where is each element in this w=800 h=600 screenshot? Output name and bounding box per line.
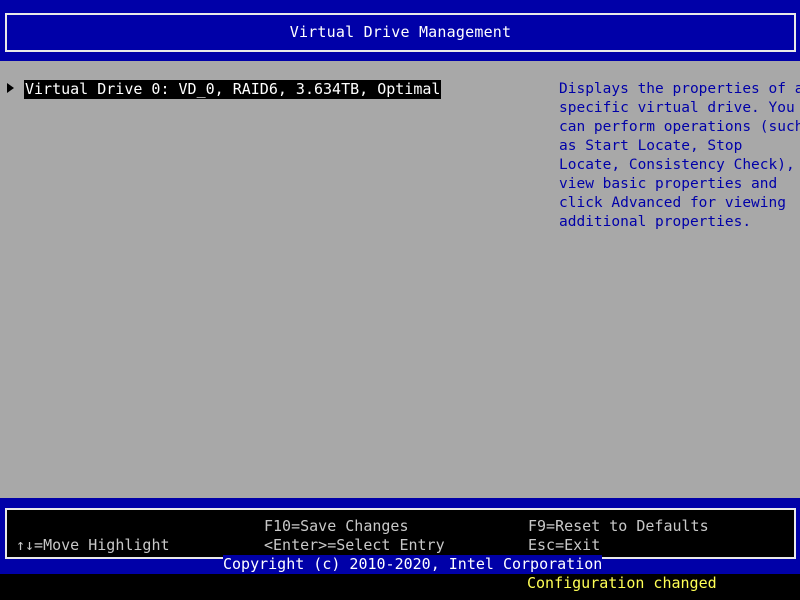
reset-defaults-hint: F9=Reset to Defaults bbox=[528, 517, 709, 535]
page-title: Virtual Drive Management bbox=[289, 23, 512, 41]
save-changes-hint: F10=Save Changes bbox=[264, 517, 409, 535]
main-panel: Virtual Drive 0: VD_0, RAID6, 3.634TB, O… bbox=[0, 61, 800, 498]
help-line: can perform operations (such bbox=[559, 119, 800, 135]
header-frame: Virtual Drive Management bbox=[5, 13, 796, 52]
help-text-panel: Displays the properties of a specific vi… bbox=[559, 80, 800, 232]
header-bar: Virtual Drive Management bbox=[0, 0, 800, 61]
key-help-box: ↑↓=Move Highlight F10=Save Changes <Ente… bbox=[5, 508, 796, 559]
select-entry-hint: <Enter>=Select Entry bbox=[264, 536, 445, 554]
status-message: Configuration changed bbox=[527, 574, 717, 592]
exit-hint: Esc=Exit bbox=[528, 536, 601, 554]
help-line: Locate, Consistency Check), bbox=[559, 157, 795, 173]
help-line: as Start Locate, Stop bbox=[559, 138, 743, 154]
virtual-drive-0-entry[interactable]: Virtual Drive 0: VD_0, RAID6, 3.634TB, O… bbox=[24, 80, 442, 99]
submenu-arrow-icon bbox=[7, 83, 14, 93]
help-line: additional properties. bbox=[559, 214, 752, 230]
help-line: view basic properties and bbox=[559, 176, 778, 192]
copyright-text: Copyright (c) 2010-2020, Intel Corporati… bbox=[223, 555, 603, 574]
move-highlight-hint: ↑↓=Move Highlight bbox=[16, 536, 170, 554]
help-line: specific virtual drive. You bbox=[559, 100, 795, 116]
footer-bar: ↑↓=Move Highlight F10=Save Changes <Ente… bbox=[0, 498, 800, 600]
help-line: click Advanced for viewing bbox=[559, 195, 786, 211]
help-line: Displays the properties of a bbox=[559, 81, 800, 97]
